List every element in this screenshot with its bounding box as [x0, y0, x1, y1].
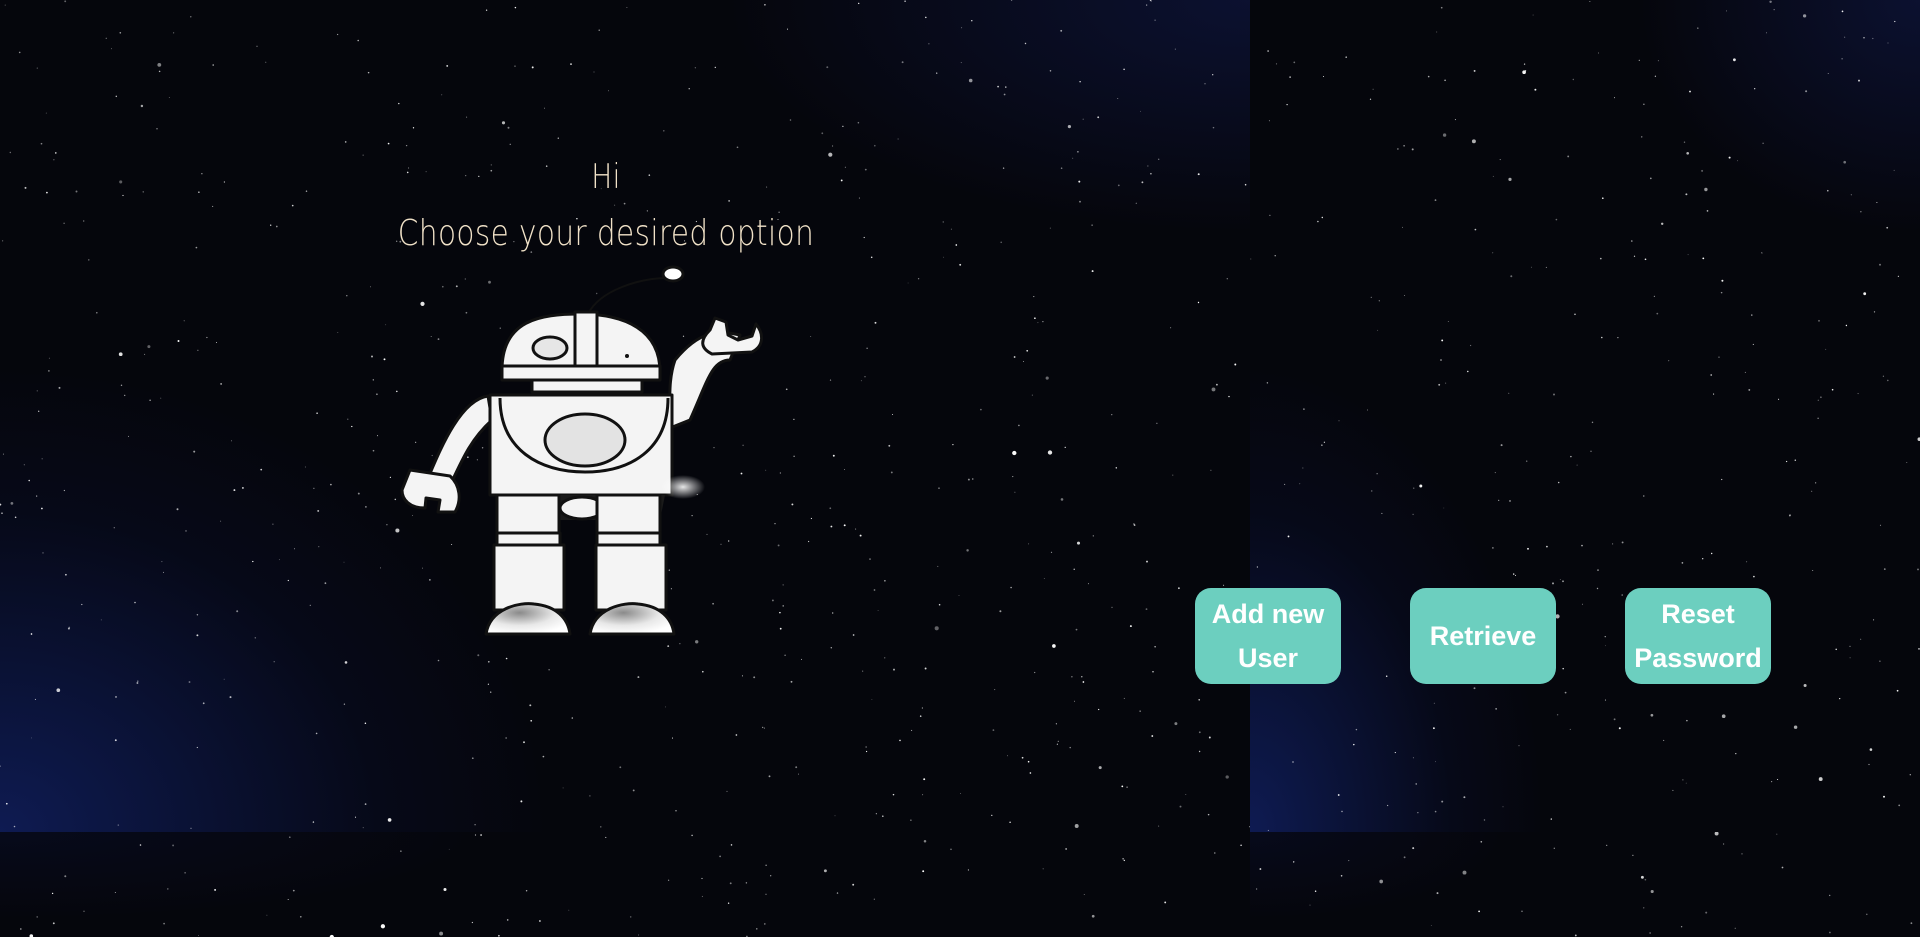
- reset-password-button[interactable]: Reset Password: [1625, 588, 1771, 684]
- greeting-subtitle: Choose your desired option: [397, 213, 815, 254]
- greeting: Hi Choose your desired option: [300, 150, 912, 264]
- space-background-tile: [1250, 832, 1920, 937]
- space-background-tile: [0, 832, 1250, 937]
- starfield: [1256, 832, 1913, 937]
- greeting-title: Hi: [591, 157, 621, 197]
- starfield: [19, 834, 1242, 937]
- add-new-user-button[interactable]: Add new User: [1195, 588, 1341, 684]
- robot-icon: [400, 265, 763, 636]
- space-background-tile: [1250, 0, 1920, 832]
- retrieve-button[interactable]: Retrieve: [1410, 588, 1556, 684]
- starfield: [1250, 0, 1920, 831]
